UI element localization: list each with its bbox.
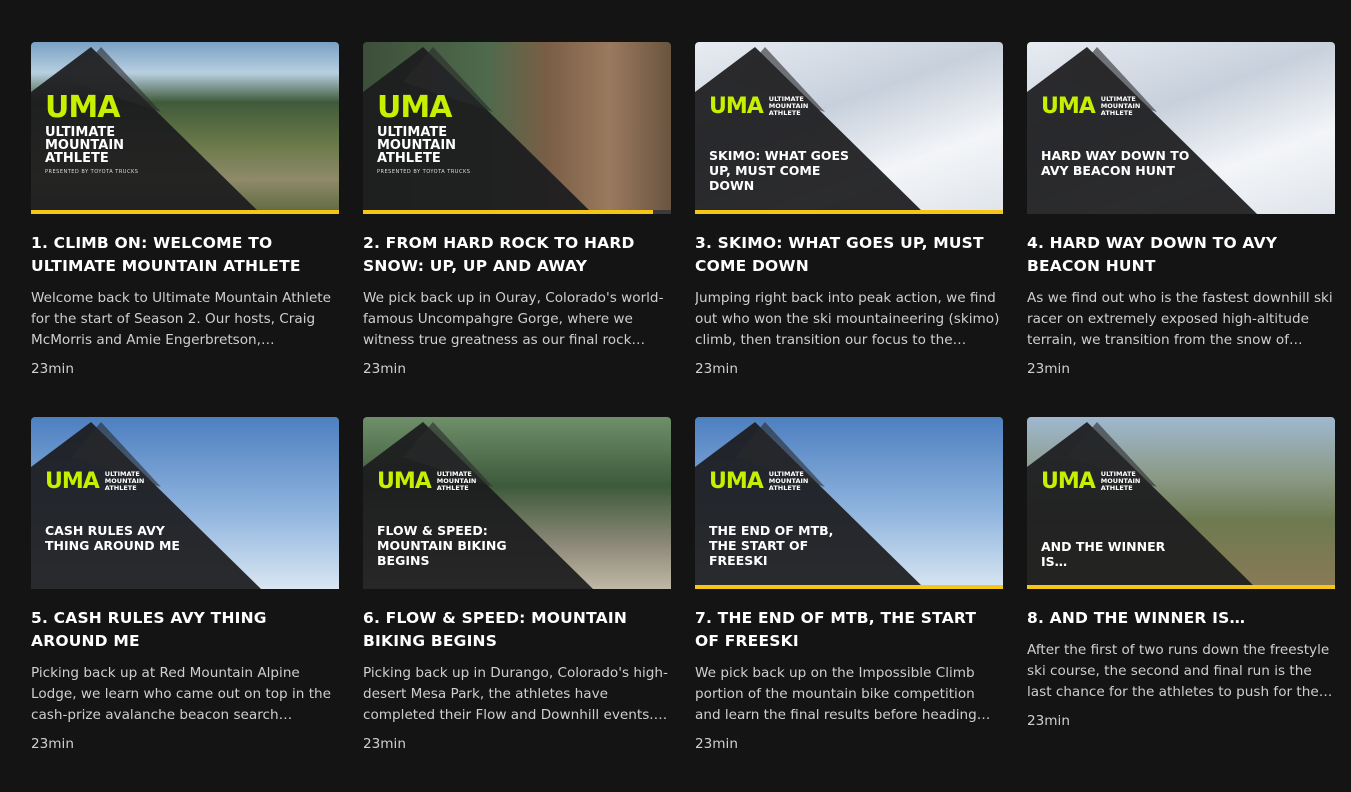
episode-title[interactable]: 6. Flow & Speed: Mountain Biking Begins	[363, 607, 671, 653]
uma-logo: UMA ULTIMATE MOUNTAIN ATHLETE	[709, 469, 809, 494]
uma-logo: UMA ULTIMATE MOUNTAIN ATHLETE	[709, 94, 809, 119]
episode-description: Picking back up at Red Mountain Alpine L…	[31, 665, 332, 723]
episode-title[interactable]: 3. SKIMO: What Goes Up, Must Come Down	[695, 232, 1003, 278]
uma-logo: UMA ULTIMATE MOUNTAIN ATHLETE	[45, 469, 145, 494]
episode-duration: 23min	[695, 361, 738, 377]
episode-duration: 23min	[1027, 713, 1070, 729]
episode-card-1[interactable]: UMA ULTIMATE MOUNTAIN ATHLETE PRESENTED BY…	[31, 42, 339, 417]
episode-title[interactable]: 8. And the Winner Is…	[1027, 607, 1335, 630]
episode-card-8[interactable]: UMA ULTIMATE MOUNTAIN ATHLETE AND THE WIN…	[1027, 417, 1335, 792]
watch-progress-bar	[31, 210, 339, 214]
uma-logo-mark: UMA	[709, 469, 764, 494]
episode-duration: 23min	[363, 736, 406, 752]
uma-logo-wordmark: ULTIMATE MOUNTAIN ATHLETE	[1100, 95, 1141, 117]
uma-logo-wordmark: ULTIMATE MOUNTAIN ATHLETE	[1100, 470, 1141, 492]
presented-by-toyota: PRESENTED BY TOYOTA TRUCKS	[45, 169, 139, 175]
episode-duration: 23min	[1027, 361, 1070, 377]
uma-logo-mark: UMA	[1041, 469, 1096, 494]
episode-card-3[interactable]: UMA ULTIMATE MOUNTAIN ATHLETE SKIMO: WHAT…	[695, 42, 1003, 417]
episode-thumbnail[interactable]: UMA ULTIMATE MOUNTAIN ATHLETE AND THE WIN…	[1027, 417, 1335, 589]
episode-description: We pick back up in Ouray, Colorado's wor…	[363, 290, 664, 348]
watch-progress-bar	[695, 210, 1003, 214]
uma-logo: UMA ULTIMATE MOUNTAIN ATHLETE PRESENTED BY…	[377, 90, 471, 176]
episode-card-6[interactable]: UMA ULTIMATE MOUNTAIN ATHLETE FLOW & SPEE…	[363, 417, 671, 792]
uma-logo-wordmark: ULTIMATE MOUNTAIN ATHLETE	[45, 125, 125, 166]
episode-description: Picking back up in Durango, Colorado's h…	[363, 665, 668, 723]
thumbnail-episode-title: FLOW & SPEED: MOUNTAIN BIKING BEGINS	[377, 523, 507, 568]
episode-duration: 23min	[31, 361, 74, 377]
watch-progress-fill	[695, 210, 1003, 214]
episode-grid: UMA ULTIMATE MOUNTAIN ATHLETE PRESENTED BY…	[31, 42, 1335, 792]
episode-duration: 23min	[695, 736, 738, 752]
thumbnail-episode-title: AND THE WINNER IS…	[1041, 539, 1166, 569]
mountain-triangle-graphic	[31, 422, 261, 589]
watch-progress-bar	[363, 210, 671, 214]
episode-description: Welcome back to Ultimate Mountain Athlet…	[31, 290, 332, 348]
episode-title[interactable]: 1. Climb On: Welcome to Ultimate Mountai…	[31, 232, 339, 278]
uma-logo-wordmark: ULTIMATE MOUNTAIN ATHLETE	[768, 95, 809, 117]
thumbnail-episode-title: HARD WAY DOWN TO AVY BEACON HUNT	[1041, 148, 1190, 178]
episode-thumbnail[interactable]: UMA ULTIMATE MOUNTAIN ATHLETE THE END OF …	[695, 417, 1003, 589]
uma-logo-mark: UMA	[45, 90, 120, 125]
episode-thumbnail[interactable]: UMA ULTIMATE MOUNTAIN ATHLETE PRESENTED BY…	[31, 42, 339, 214]
episode-thumbnail[interactable]: UMA ULTIMATE MOUNTAIN ATHLETE HARD WAY DO…	[1027, 42, 1335, 214]
episode-title[interactable]: 5. Cash Rules Avy Thing Around Me	[31, 607, 339, 653]
uma-logo-mark: UMA	[377, 90, 452, 125]
uma-logo: UMA ULTIMATE MOUNTAIN ATHLETE PRESENTED BY…	[45, 90, 139, 176]
watch-progress-fill	[695, 585, 1003, 589]
uma-logo: UMA ULTIMATE MOUNTAIN ATHLETE	[377, 469, 477, 494]
watch-progress-fill	[363, 210, 653, 214]
episode-title[interactable]: 2. From Hard Rock to Hard Snow: Up, Up a…	[363, 232, 671, 278]
episode-description: As we find out who is the fastest downhi…	[1027, 290, 1333, 348]
episode-description: After the first of two runs down the fre…	[1027, 642, 1330, 700]
uma-logo-wordmark: ULTIMATE MOUNTAIN ATHLETE	[768, 470, 809, 492]
episode-thumbnail[interactable]: UMA ULTIMATE MOUNTAIN ATHLETE FLOW & SPEE…	[363, 417, 671, 589]
watch-progress-bar	[1027, 585, 1335, 589]
episode-description: We pick back up on the Impossible Climb …	[695, 665, 977, 723]
episode-description: Jumping right back into peak action, we …	[695, 290, 1000, 348]
episode-card-4[interactable]: UMA ULTIMATE MOUNTAIN ATHLETE HARD WAY DO…	[1027, 42, 1335, 417]
thumbnail-episode-title: SKIMO: WHAT GOES UP, MUST COME DOWN	[709, 148, 850, 193]
uma-logo-mark: UMA	[709, 94, 764, 119]
episode-card-7[interactable]: UMA ULTIMATE MOUNTAIN ATHLETE THE END OF …	[695, 417, 1003, 792]
uma-logo: UMA ULTIMATE MOUNTAIN ATHLETE	[1041, 94, 1141, 119]
uma-logo: UMA ULTIMATE MOUNTAIN ATHLETE	[1041, 469, 1141, 494]
uma-logo-mark: UMA	[1041, 94, 1096, 119]
mountain-triangle-graphic	[1027, 47, 1257, 214]
watch-progress-fill	[31, 210, 339, 214]
uma-logo-wordmark: ULTIMATE MOUNTAIN ATHLETE	[377, 125, 457, 166]
uma-logo-mark: UMA	[45, 469, 100, 494]
episode-title[interactable]: 7. The End of MTB, the Start of Freeski	[695, 607, 1003, 653]
episode-duration: 23min	[363, 361, 406, 377]
episode-thumbnail[interactable]: UMA ULTIMATE MOUNTAIN ATHLETE CASH RULES …	[31, 417, 339, 589]
episode-thumbnail[interactable]: UMA ULTIMATE MOUNTAIN ATHLETE PRESENTED BY…	[363, 42, 671, 214]
watch-progress-fill	[1027, 585, 1335, 589]
episode-card-2[interactable]: UMA ULTIMATE MOUNTAIN ATHLETE PRESENTED BY…	[363, 42, 671, 417]
uma-logo-mark: UMA	[377, 469, 432, 494]
episode-duration: 23min	[31, 736, 74, 752]
uma-logo-wordmark: ULTIMATE MOUNTAIN ATHLETE	[104, 470, 145, 492]
uma-logo-wordmark: ULTIMATE MOUNTAIN ATHLETE	[436, 470, 477, 492]
episode-title[interactable]: 4. Hard Way Down to Avy Beacon Hunt	[1027, 232, 1335, 278]
thumbnail-episode-title: THE END OF MTB, THE START OF FREESKI	[709, 523, 834, 568]
presented-by-toyota: PRESENTED BY TOYOTA TRUCKS	[377, 169, 471, 175]
thumbnail-episode-title: CASH RULES AVY THING AROUND ME	[45, 523, 180, 553]
watch-progress-bar	[695, 585, 1003, 589]
episode-thumbnail[interactable]: UMA ULTIMATE MOUNTAIN ATHLETE SKIMO: WHAT…	[695, 42, 1003, 214]
episode-card-5[interactable]: UMA ULTIMATE MOUNTAIN ATHLETE CASH RULES …	[31, 417, 339, 792]
